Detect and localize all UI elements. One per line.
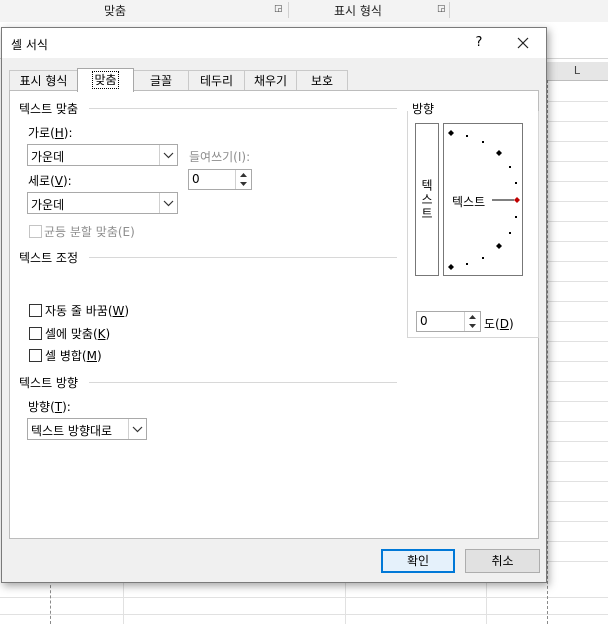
grid-line [546,441,608,442]
dialog-title: 셀 서식 [11,38,48,52]
alignment-launcher-icon[interactable]: ◲ [274,5,283,14]
dialog-titlebar[interactable]: 셀 서식 ? [2,28,546,58]
section-text-control: 텍스트 조정 [19,251,79,265]
chevron-down-icon[interactable] [128,419,146,439]
grid-line [546,121,608,122]
grid-line [486,580,487,624]
section-divider [89,382,397,383]
chevron-down-icon[interactable] [159,193,177,213]
grid-line [123,580,124,624]
ribbon-separator [288,2,289,18]
chevron-down-icon[interactable] [159,145,177,165]
degrees-stepper-arrows [464,312,480,331]
grid-line [546,401,608,402]
indent-value: 0 [192,172,200,186]
cancel-button[interactable]: 취소 [465,549,540,573]
grid-line [0,614,608,615]
grid-line [546,301,608,302]
section-text-alignment: 텍스트 맞춤 [19,102,79,116]
grid-line [546,201,608,202]
vertical-text-sample: 텍스트 [419,178,434,221]
shrink-to-fit-checkbox[interactable] [29,327,42,340]
horizontal-value: 가운데 [31,150,65,164]
grid-line [546,221,608,222]
section-text-direction: 텍스트 방향 [19,376,79,390]
page-break-line [50,580,51,624]
grid-line [345,580,346,624]
caret-up-icon[interactable] [236,170,251,179]
direction-value: 텍스트 방향대로 [31,424,113,438]
grid-line [546,101,608,102]
number-launcher-icon[interactable]: ◲ [437,5,446,14]
grid-line [546,481,608,482]
grid-line [546,421,608,422]
vertical-label: 세로(V): [28,174,72,188]
wrap-text-label: 자동 줄 바꿈(W) [45,304,130,318]
grid-line [546,521,608,522]
ribbon-group-alignment: 맞춤 [104,4,127,18]
grid-line [546,181,608,182]
vertical-select[interactable]: 가운데 [27,192,178,214]
close-button[interactable] [510,32,536,54]
caret-down-icon[interactable] [465,321,480,330]
shrink-to-fit-label: 셀에 맞춤(K) [45,327,111,341]
page-break-line [547,80,548,624]
ribbon-separator [449,2,450,18]
wrap-text-checkbox[interactable] [29,304,42,317]
grid-line [546,261,608,262]
grid-line [546,341,608,342]
tab-fill[interactable]: 채우기 [244,70,297,91]
grid-line [546,241,608,242]
section-divider [89,108,397,109]
grid-line [546,321,608,322]
orientation-dial[interactable]: 텍스트 [443,123,523,276]
grid-line [546,141,608,142]
help-button[interactable]: ? [468,33,490,53]
indent-label: 들여쓰기(I): [189,150,251,164]
grid-line [546,501,608,502]
format-cells-dialog: 셀 서식 ? 표시 형식 맞춤 글꼴 테두리 채우기 보호 텍스트 맞춤 가로(… [1,27,547,583]
alignment-panel: 텍스트 맞춤 가로(H): 가운데 들여쓰기(I): 0 세로(V): 가운데 … [9,90,539,539]
merge-cells-checkbox[interactable] [29,349,42,362]
vertical-text-button[interactable]: 텍스트 [415,123,439,276]
indent-stepper-arrows [235,170,251,189]
grid-line [0,597,608,598]
justify-distributed-label: 균등 분할 맞춤(E) [44,225,135,239]
indent-stepper[interactable]: 0 [188,169,252,190]
ribbon-group-number: 표시 형식 [334,4,382,18]
caret-down-icon[interactable] [236,179,251,188]
close-icon [517,37,529,49]
caret-up-icon[interactable] [465,312,480,321]
grid-line [546,361,608,362]
justify-distributed-checkbox[interactable] [29,225,42,238]
grid-line [546,161,608,162]
grid-line [546,381,608,382]
dial-text-sample: 텍스트 [452,193,486,210]
tab-protection[interactable]: 보호 [296,70,348,91]
direction-label: 방향(T): [28,400,71,414]
degrees-label: 도(D) [484,317,514,331]
grid-line [546,561,608,562]
direction-select[interactable]: 텍스트 방향대로 [27,418,147,440]
merge-cells-label: 셀 병합(M) [45,349,102,363]
horizontal-label: 가로(H): [28,126,73,140]
vertical-value: 가운데 [31,198,65,212]
grid-line [546,281,608,282]
grid-line [546,541,608,542]
section-divider [89,257,397,258]
tab-number[interactable]: 표시 형식 [9,70,78,91]
degrees-value: 0 [420,314,428,328]
horizontal-select[interactable]: 가운데 [27,144,178,166]
column-header-L[interactable]: L [546,62,608,81]
ok-button[interactable]: 확인 [381,549,455,573]
tab-border[interactable]: 테두리 [188,70,245,91]
ribbon-strip: 맞춤 ◲ 표시 형식 ◲ [0,0,608,23]
degrees-stepper[interactable]: 0 [416,311,481,332]
tab-alignment[interactable]: 맞춤 [77,68,134,92]
grid-line [546,461,608,462]
tab-font[interactable]: 글꼴 [133,70,189,91]
